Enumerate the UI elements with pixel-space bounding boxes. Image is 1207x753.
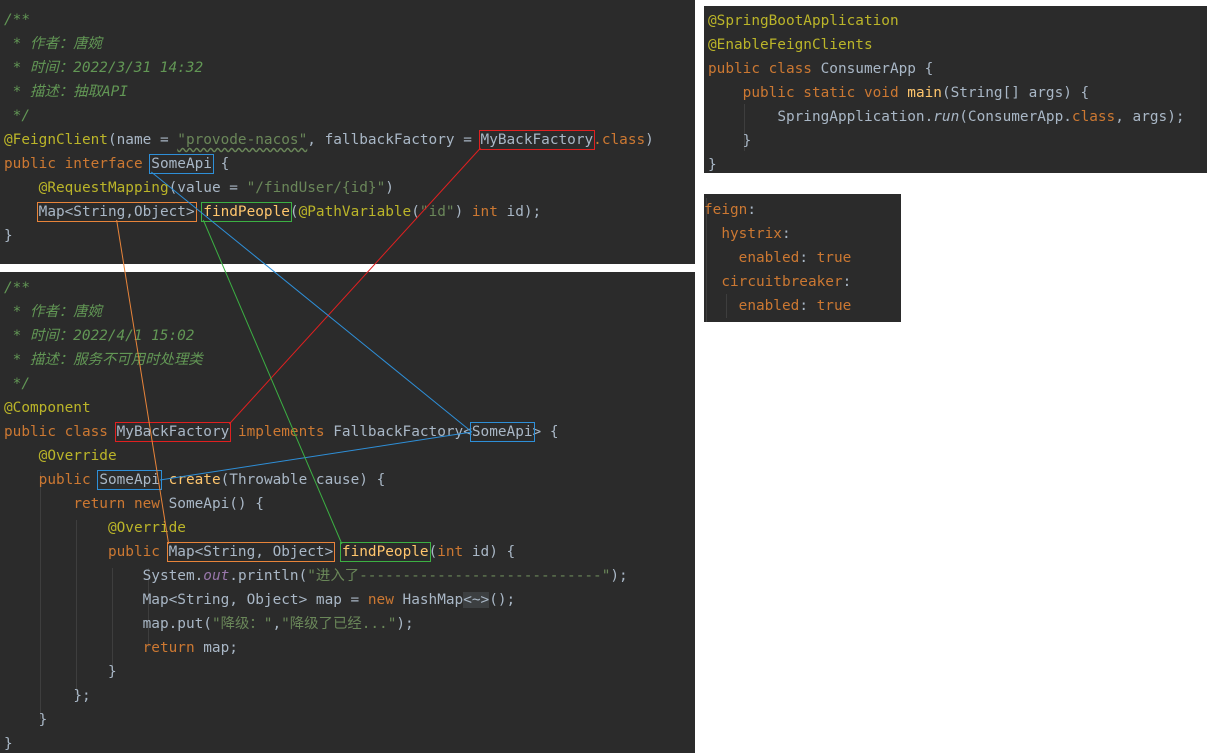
connector-line-someapi-return bbox=[159, 431, 472, 481]
connector-line-find-people bbox=[202, 219, 343, 545]
connector-overlay bbox=[116, 147, 481, 545]
connector-line-factory bbox=[228, 147, 481, 425]
connector-line-return-type bbox=[116, 219, 170, 545]
